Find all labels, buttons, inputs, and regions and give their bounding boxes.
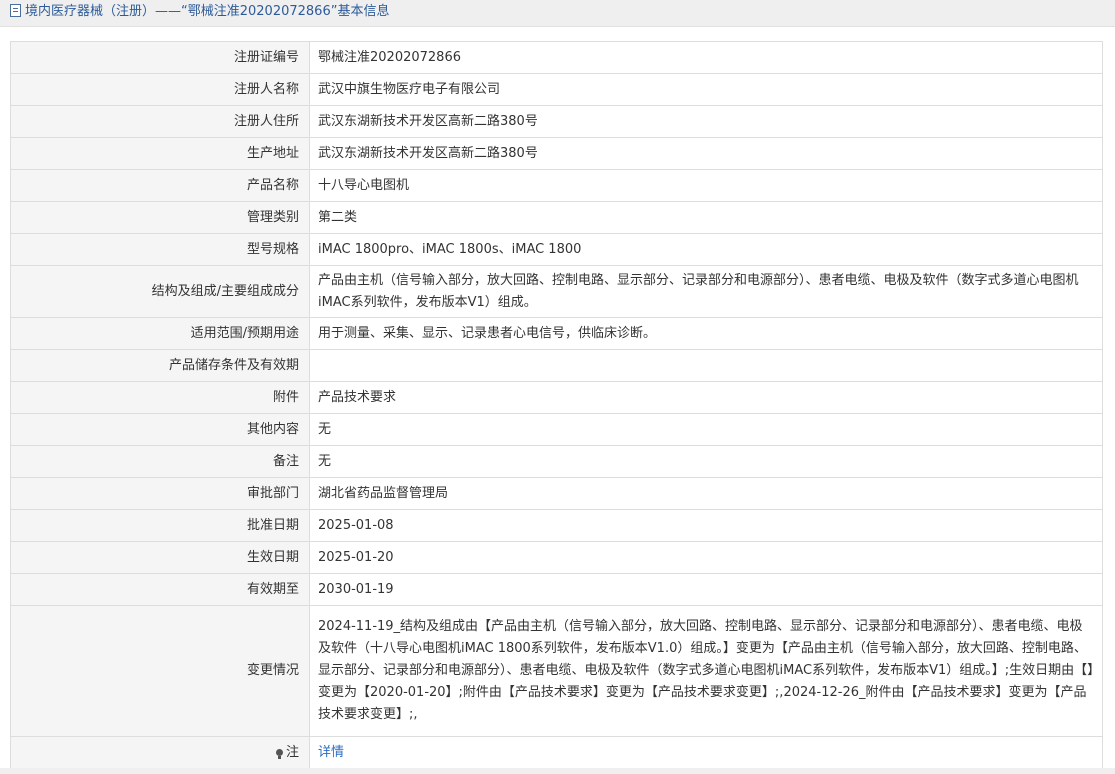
table-row: 审批部门 湖北省药品监督管理局: [10, 477, 1103, 510]
note-label-cell: 注: [10, 736, 310, 769]
table-row: 批准日期 2025-01-08: [10, 509, 1103, 542]
field-value: 产品技术要求: [309, 381, 1103, 414]
table-row-note: 注 详情: [10, 736, 1103, 769]
field-value: 用于测量、采集、显示、记录患者心电信号，供临床诊断。: [309, 317, 1103, 350]
table-row: 结构及组成/主要组成成分 产品由主机（信号输入部分，放大回路、控制电路、显示部分…: [10, 265, 1103, 318]
document-icon: [10, 4, 21, 17]
field-label: 管理类别: [10, 201, 310, 234]
field-label: 附件: [10, 381, 310, 414]
note-value-cell: 详情: [309, 736, 1103, 769]
field-value: 2025-01-20: [309, 541, 1103, 574]
table-row: 生效日期 2025-01-20: [10, 541, 1103, 574]
table-row: 其他内容 无: [10, 413, 1103, 446]
note-label: 注: [285, 744, 299, 760]
field-value: 无: [309, 413, 1103, 446]
info-table-container: 注册证编号 鄂械注准20202072866 注册人名称 武汉中旗生物医疗电子有限…: [10, 41, 1103, 769]
table-row: 注册人名称 武汉中旗生物医疗电子有限公司: [10, 73, 1103, 106]
field-label: 型号规格: [10, 233, 310, 266]
details-link[interactable]: 详情: [318, 745, 344, 760]
field-label: 生效日期: [10, 541, 310, 574]
table-row: 有效期至 2030-01-19: [10, 573, 1103, 606]
field-value: 十八导心电图机: [309, 169, 1103, 202]
page-title: 境内医疗器械（注册）——“鄂械注准20202072866”基本信息: [25, 4, 390, 19]
field-value: 2025-01-08: [309, 509, 1103, 542]
field-label: 变更情况: [10, 605, 310, 737]
field-value: 第二类: [309, 201, 1103, 234]
field-value: iMAC 1800pro、iMAC 1800s、iMAC 1800: [309, 233, 1103, 266]
footer-strip: [0, 768, 1115, 774]
field-label: 注册人名称: [10, 73, 310, 106]
field-label: 产品名称: [10, 169, 310, 202]
field-value: 湖北省药品监督管理局: [309, 477, 1103, 510]
table-row: 变更情况 2024-11-19_结构及组成由【产品由主机（信号输入部分，放大回路…: [10, 605, 1103, 737]
table-row: 型号规格 iMAC 1800pro、iMAC 1800s、iMAC 1800: [10, 233, 1103, 266]
table-row: 注册证编号 鄂械注准20202072866: [10, 41, 1103, 74]
field-label: 审批部门: [10, 477, 310, 510]
field-value: 2024-11-19_结构及组成由【产品由主机（信号输入部分，放大回路、控制电路…: [309, 605, 1103, 737]
field-value: 产品由主机（信号输入部分，放大回路、控制电路、显示部分、记录部分和电源部分）、患…: [309, 265, 1103, 318]
field-value: [309, 349, 1103, 382]
field-value: 武汉东湖新技术开发区高新二路380号: [309, 105, 1103, 138]
lightbulb-icon: [275, 748, 283, 759]
table-row: 生产地址 武汉东湖新技术开发区高新二路380号: [10, 137, 1103, 170]
field-value: 2030-01-19: [309, 573, 1103, 606]
field-label: 产品储存条件及有效期: [10, 349, 310, 382]
info-table: 注册证编号 鄂械注准20202072866 注册人名称 武汉中旗生物医疗电子有限…: [10, 41, 1103, 769]
field-value: 鄂械注准20202072866: [309, 41, 1103, 74]
field-label: 备注: [10, 445, 310, 478]
field-label: 适用范围/预期用途: [10, 317, 310, 350]
table-row: 产品储存条件及有效期: [10, 349, 1103, 382]
field-label: 注册证编号: [10, 41, 310, 74]
table-row: 备注 无: [10, 445, 1103, 478]
page-title-bar: 境内医疗器械（注册）——“鄂械注准20202072866”基本信息: [0, 0, 1115, 27]
field-label: 批准日期: [10, 509, 310, 542]
field-label: 其他内容: [10, 413, 310, 446]
table-row: 适用范围/预期用途 用于测量、采集、显示、记录患者心电信号，供临床诊断。: [10, 317, 1103, 350]
field-label: 注册人住所: [10, 105, 310, 138]
table-row: 附件 产品技术要求: [10, 381, 1103, 414]
table-row: 产品名称 十八导心电图机: [10, 169, 1103, 202]
table-row: 管理类别 第二类: [10, 201, 1103, 234]
field-label: 有效期至: [10, 573, 310, 606]
table-row: 注册人住所 武汉东湖新技术开发区高新二路380号: [10, 105, 1103, 138]
field-value: 无: [309, 445, 1103, 478]
field-label: 结构及组成/主要组成成分: [10, 265, 310, 318]
field-value: 武汉中旗生物医疗电子有限公司: [309, 73, 1103, 106]
field-label: 生产地址: [10, 137, 310, 170]
field-value: 武汉东湖新技术开发区高新二路380号: [309, 137, 1103, 170]
